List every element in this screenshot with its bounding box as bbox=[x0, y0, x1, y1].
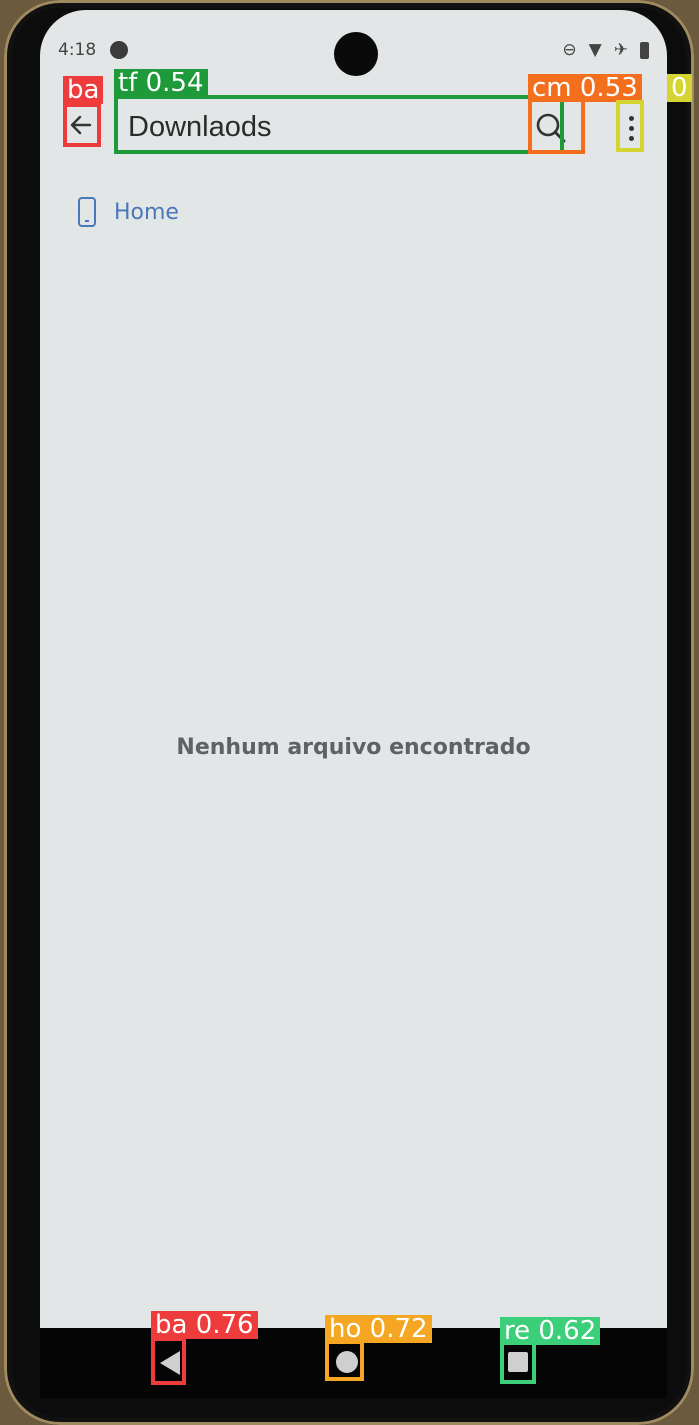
app-screen: 4:18 ⊖ ▼ ✈ Downlaods Home Nenhum arquivo… bbox=[40, 10, 667, 1328]
breadcrumb[interactable]: Home bbox=[78, 192, 179, 232]
detection-label-back: ba bbox=[63, 76, 104, 104]
detection-box-nav-back bbox=[151, 1337, 186, 1385]
detection-label-nav-recents: re 0.62 bbox=[500, 1317, 601, 1345]
battery-icon bbox=[640, 41, 649, 59]
detection-box-nav-recents bbox=[500, 1341, 536, 1384]
airplane-icon: ✈ bbox=[613, 40, 628, 60]
breadcrumb-home[interactable]: Home bbox=[114, 200, 179, 225]
detection-label-more: 0 bbox=[667, 74, 692, 102]
detection-label-textfield: tf 0.54 bbox=[114, 69, 208, 97]
detection-box-nav-home bbox=[325, 1340, 364, 1381]
phone-icon bbox=[78, 197, 96, 227]
dnd-icon: ⊖ bbox=[562, 40, 577, 60]
detection-box-textfield bbox=[114, 95, 564, 154]
detection-label-nav-home: ho 0.72 bbox=[325, 1315, 432, 1343]
status-bar: 4:18 ⊖ ▼ ✈ bbox=[58, 40, 649, 62]
detection-box-more bbox=[616, 100, 644, 152]
detection-box-search bbox=[528, 97, 585, 154]
wifi-icon: ▼ bbox=[588, 40, 602, 60]
notification-app-icon bbox=[110, 41, 128, 59]
status-time: 4:18 bbox=[58, 40, 97, 60]
empty-state-message: Nenhum arquivo encontrado bbox=[176, 735, 531, 760]
detection-label-nav-back: ba 0.76 bbox=[151, 1311, 258, 1339]
detection-label-search: cm 0.53 bbox=[528, 74, 642, 102]
status-icons: ⊖ ▼ ✈ bbox=[562, 40, 649, 60]
detection-box-back bbox=[63, 103, 101, 147]
